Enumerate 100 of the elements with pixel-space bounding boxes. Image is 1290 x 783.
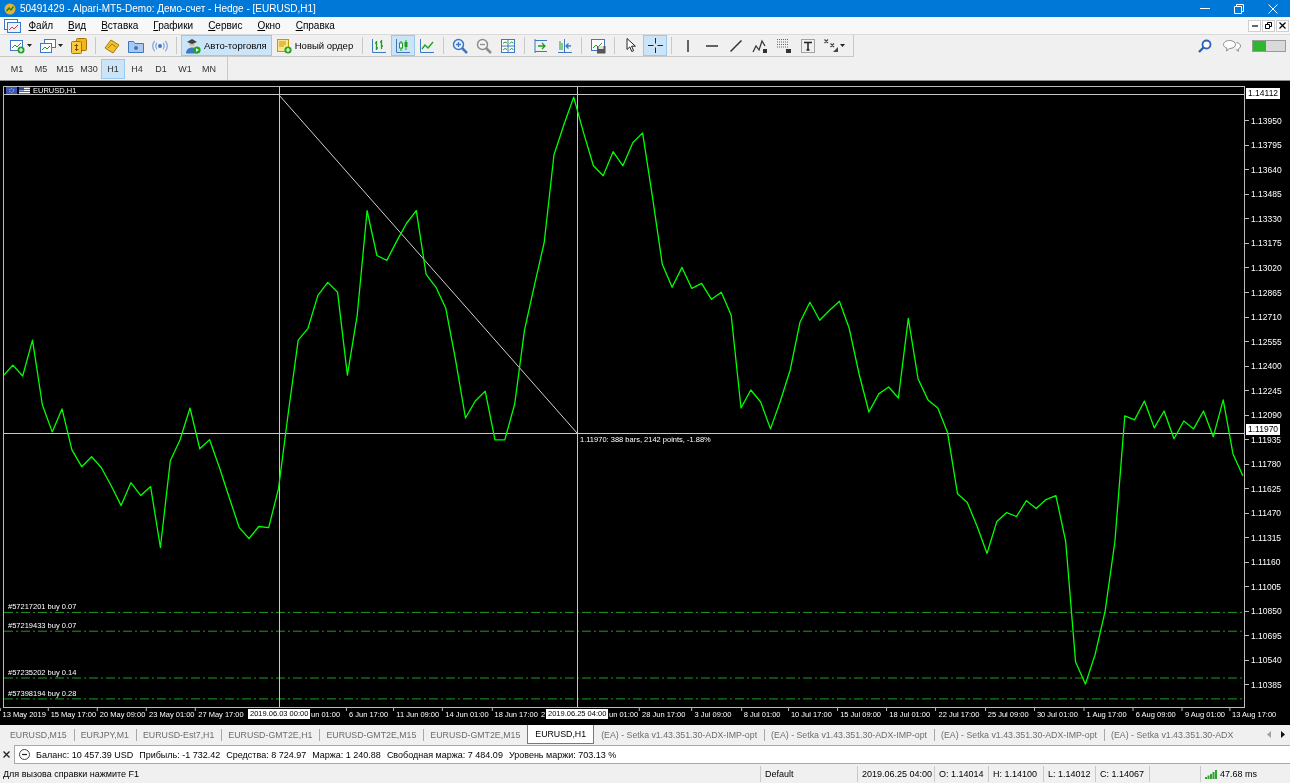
price-label: 1.12090 — [1245, 411, 1282, 420]
help-text: Для вызова справки нажмите F1 — [2, 769, 140, 779]
price-cursor-label: 1.11970 — [1246, 424, 1281, 435]
currency-flags-icon — [6, 87, 30, 94]
timeframe-button[interactable]: M15 — [53, 58, 77, 79]
cards-icon — [71, 37, 87, 54]
close-icon — [1279, 22, 1286, 29]
arrow-right-bracket-icon — [533, 37, 550, 54]
account-value: Средства: 8 724.97 — [226, 749, 307, 760]
account-value: Маржа: 1 240.88 — [312, 749, 381, 760]
menu-item[interactable]: Файл — [21, 20, 61, 31]
price-label: 1.13175 — [1245, 239, 1282, 248]
price-label: 1.11625 — [1245, 484, 1282, 493]
price-label: 1.11005 — [1245, 582, 1282, 591]
tag-icon — [104, 37, 120, 54]
price-value: L: 1.14012 — [1048, 769, 1091, 779]
account-value: Баланс: 10 457.39 USD — [36, 749, 134, 760]
bar-time: 2019.06.25 04:00 — [862, 769, 933, 779]
menu-item[interactable]: Графики — [145, 20, 201, 31]
chat-bubbles-icon[interactable] — [1222, 39, 1242, 53]
coin-chart-icon — [4, 2, 16, 15]
price-label: 1.10850 — [1245, 607, 1282, 616]
signal-bars-icon — [1205, 769, 1217, 779]
horizontal-line-icon — [706, 44, 719, 47]
price-label: 1.13020 — [1245, 264, 1282, 272]
account-value: Свободная маржа: 7 484.09 — [386, 749, 503, 760]
timeframe-button[interactable]: M30 — [77, 58, 101, 79]
vertical-line-icon — [687, 39, 690, 52]
candlestick-button[interactable] — [391, 35, 416, 56]
minimize-icon — [1200, 8, 1210, 9]
document-plus-icon — [275, 37, 292, 54]
cursor-icon — [626, 38, 637, 53]
price-value: O: 1.14014 — [939, 769, 984, 779]
crosshair-button[interactable] — [643, 35, 668, 56]
chart-floppy-icon — [590, 37, 607, 54]
menu-item[interactable]: Справка — [288, 20, 343, 31]
windows-chart-icon — [40, 37, 56, 54]
auto-trading-button[interactable]: Авто-торговля — [181, 35, 272, 56]
signal-waves-icon — [152, 37, 168, 54]
close-icon[interactable] — [3, 751, 10, 758]
window-title: 50491429 - Alpari-MT5-Demo: Демо-счет - Hedge - [EURUSD,H1] — [20, 3, 316, 14]
menu-item[interactable]: Окно — [249, 20, 289, 31]
collapse-icon[interactable] — [19, 749, 30, 760]
price-label: 1.12865 — [1245, 288, 1282, 297]
price-label: 1.11935 — [1245, 435, 1282, 444]
shapes-icon — [824, 39, 839, 52]
price-label: 1.12710 — [1245, 313, 1282, 321]
minimize-icon — [1251, 24, 1258, 27]
timeframe-button[interactable]: M1 — [5, 58, 29, 79]
tile-windows-icon — [500, 37, 517, 54]
zigzag-icon — [752, 37, 769, 54]
scroll-right-icon[interactable] — [1281, 731, 1285, 738]
candlestick-icon — [395, 37, 412, 54]
menu-item[interactable]: Вид — [60, 20, 94, 31]
timeframe-button[interactable]: W1 — [173, 58, 197, 79]
text-tool-icon — [801, 38, 816, 53]
ping-time: 47.68 ms — [1220, 769, 1258, 779]
timeframe-button[interactable]: D1 — [149, 58, 173, 79]
chart-tab[interactable]: (EA) - Setka v1.43.351.30-ADX-IMP-opt — [594, 725, 765, 744]
menu-item[interactable]: Вставка — [93, 20, 146, 31]
dotted-lines-icon — [777, 38, 792, 53]
zoom-in-icon — [452, 37, 469, 54]
timeframe-button[interactable]: H4 — [125, 58, 149, 79]
price-label: 1.10385 — [1245, 680, 1282, 689]
bar-chart-icon — [371, 37, 388, 54]
search-icon[interactable] — [1198, 39, 1212, 53]
timeframe-button[interactable]: H1 — [101, 58, 125, 79]
window-minimize-button[interactable] — [1248, 19, 1261, 32]
price-label: 1.12555 — [1245, 337, 1282, 346]
price-value: C: 1.14067 — [1100, 769, 1145, 779]
price-label: 1.10540 — [1245, 656, 1282, 665]
timeframe-button[interactable]: MN — [197, 58, 221, 79]
price-label: 1.11160 — [1245, 558, 1281, 567]
restore-icon — [1234, 3, 1244, 14]
menu-item[interactable]: Сервис — [200, 20, 250, 31]
chart-tab[interactable]: EURUSD,H1 — [527, 725, 595, 744]
price-label: 1.13795 — [1245, 141, 1282, 150]
price-label: 1.13330 — [1245, 214, 1282, 223]
price-label: 1.11470 — [1245, 509, 1282, 518]
profile-name: Default — [765, 769, 794, 779]
price-label: 1.12400 — [1245, 362, 1282, 371]
crosshair-icon — [647, 38, 663, 53]
restore-icon — [1265, 22, 1272, 29]
person-play-icon — [185, 37, 201, 54]
price-label: 1.11780 — [1245, 460, 1282, 469]
shift-arrow-icon — [557, 37, 574, 54]
trend-line-icon — [730, 39, 743, 52]
scroll-left-icon[interactable] — [1267, 731, 1271, 738]
new-order-button[interactable]: Новый ордер — [271, 35, 359, 56]
timeframe-button[interactable]: M5 — [29, 58, 53, 79]
window-close-button[interactable] — [1276, 19, 1289, 32]
account-value: Прибыль: -1 732.42 — [139, 749, 221, 760]
price-label: 1.13485 — [1245, 190, 1282, 199]
price-cursor-label: 1.14112 — [1246, 88, 1281, 99]
line-chart-icon — [419, 37, 436, 54]
close-icon — [1268, 3, 1278, 14]
account-value: Уровень маржи: 703.13 % — [508, 749, 617, 760]
chart-tab[interactable]: EURUSD,M15 — [3, 725, 74, 744]
window-restore-button[interactable] — [1262, 19, 1275, 32]
price-label: 1.11315 — [1245, 533, 1282, 542]
